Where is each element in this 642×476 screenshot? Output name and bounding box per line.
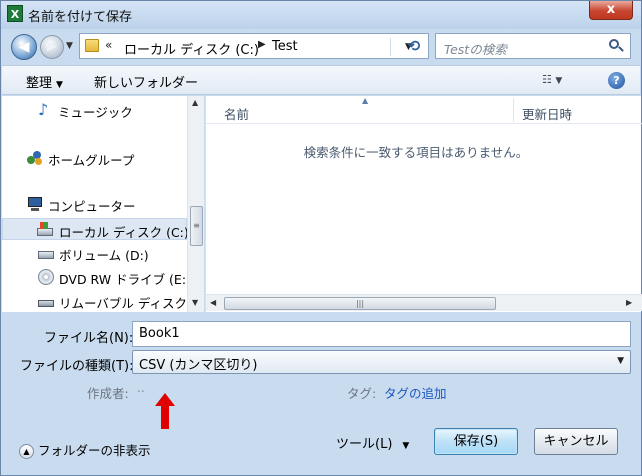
nav-item-label: ボリューム (D:) <box>59 248 149 263</box>
author-label: 作成者: <box>87 386 129 401</box>
nav-item-volume-d[interactable]: ボリューム (D:) <box>2 242 187 264</box>
drive-icon <box>37 222 53 238</box>
search-placeholder: Testの検索 <box>444 42 507 57</box>
scroll-down-icon[interactable]: ▼ <box>192 298 198 307</box>
breadcrumb-test[interactable]: Test <box>272 39 298 54</box>
forward-button[interactable]: ▶ <box>40 35 64 59</box>
column-header-modified[interactable]: 更新日時 <box>522 104 572 123</box>
tools-button[interactable]: ツール(L) ▼ <box>336 433 409 452</box>
column-divider[interactable] <box>513 98 514 122</box>
view-icon: ☷ <box>542 73 552 86</box>
nav-item-label: ローカル ディスク (C:) <box>59 225 189 240</box>
view-options-button[interactable]: ☷ ▼ <box>542 73 578 89</box>
save-as-dialog: X 名前を付けて保存 x ◀ ▶ ▼ « ローカル ディスク (C:) ▶ Te… <box>0 0 642 476</box>
usb-drive-icon <box>38 293 54 309</box>
homegroup-icon <box>27 150 43 166</box>
save-button[interactable]: 保存(S) <box>434 428 518 455</box>
address-overflow-chevron[interactable]: « <box>105 38 112 52</box>
filename-label: ファイル名(N): <box>44 331 134 346</box>
tools-label: ツール(L) <box>336 437 393 452</box>
computer-icon <box>27 196 43 212</box>
hide-folders-label: フォルダーの非表示 <box>38 443 151 458</box>
scroll-left-icon[interactable]: ◀ <box>210 298 216 307</box>
filename-input[interactable]: Book1 <box>132 321 631 347</box>
empty-result-message: 検索条件に一致する項目はありません。 <box>303 145 529 160</box>
chevron-down-icon: ▼ <box>402 441 410 451</box>
organize-button[interactable]: 整理 ▼ <box>26 72 63 91</box>
refresh-icon[interactable]: ⟲ <box>402 35 426 57</box>
window-title: 名前を付けて保存 <box>28 10 133 25</box>
navigation-bar: ◀ ▶ ▼ « ローカル ディスク (C:) ▶ Test ▼ ⟲ Testの検… <box>1 29 641 65</box>
nav-item-computer[interactable]: コンピューター <box>2 193 187 215</box>
chevron-down-icon: ▼ <box>555 76 563 86</box>
nav-item-label: コンピューター <box>48 199 136 214</box>
column-header-row: ▲ 名前 更新日時 <box>206 96 642 124</box>
add-tag-link[interactable]: タグの追加 <box>384 383 447 402</box>
nav-item-label: DVD RW ドライブ (E:) <box>59 272 191 287</box>
address-bar[interactable]: « ローカル ディスク (C:) ▶ Test ▼ <box>79 33 429 59</box>
command-toolbar: 整理 ▼ 新しいフォルダー ☷ ▼ ? <box>2 65 640 95</box>
new-folder-button[interactable]: 新しいフォルダー <box>94 72 198 91</box>
back-button[interactable]: ◀ <box>11 34 37 60</box>
navigation-pane[interactable]: ♪ ミュージック ホームグループ コンピューター ローカル ディスク (C:) … <box>2 96 204 312</box>
drive-icon <box>38 245 54 261</box>
file-list-horizontal-scrollbar[interactable]: ◀ ||| ▶ <box>206 294 642 311</box>
help-icon[interactable]: ? <box>608 72 625 89</box>
music-icon: ♪ <box>38 100 49 119</box>
nav-item-dvd-drive[interactable]: DVD RW ドライブ (E:) <box>2 266 191 288</box>
hide-folders-button[interactable]: ▲ フォルダーの非表示 <box>19 440 151 459</box>
chevron-up-icon: ▲ <box>19 444 34 459</box>
file-list[interactable]: ▲ 名前 更新日時 検索条件に一致する項目はありません。 ◀ ||| ▶ <box>205 96 642 312</box>
cancel-button[interactable]: キャンセル <box>534 428 618 455</box>
filetype-label: ファイルの種類(T): <box>20 359 134 374</box>
author-value[interactable]: .. <box>137 381 145 395</box>
chevron-down-icon: ▼ <box>617 356 624 366</box>
scroll-up-icon[interactable]: ▲ <box>192 98 198 107</box>
red-annotation-arrow-icon <box>155 393 175 433</box>
scrollbar-thumb[interactable]: ≡ <box>190 206 203 246</box>
search-icon[interactable] <box>608 38 624 54</box>
nav-item-label: ミュージック <box>58 105 133 120</box>
scrollbar-thumb[interactable]: ||| <box>224 297 496 310</box>
filetype-select[interactable]: CSV (カンマ区切り) ▼ <box>132 350 631 374</box>
breadcrumb-separator-icon[interactable]: ▶ <box>258 39 266 50</box>
chevron-down-icon: ▼ <box>56 80 63 90</box>
nav-item-homegroup[interactable]: ホームグループ <box>2 147 187 169</box>
title-bar[interactable]: X 名前を付けて保存 x <box>1 1 641 29</box>
excel-icon: X <box>7 5 23 22</box>
organize-label: 整理 <box>26 76 53 91</box>
recent-pages-dropdown[interactable]: ▼ <box>66 41 73 51</box>
folder-icon <box>85 39 99 52</box>
nav-item-label: ホームグループ <box>48 153 135 168</box>
search-input[interactable]: Testの検索 <box>435 33 631 59</box>
column-header-name[interactable]: 名前 <box>224 104 249 123</box>
sort-ascending-icon: ▲ <box>362 96 369 105</box>
filetype-value: CSV (カンマ区切り) <box>139 358 258 373</box>
nav-item-removable-disk[interactable]: リムーバブル ディスク <box>2 290 187 312</box>
nav-item-music[interactable]: ♪ ミュージック <box>2 99 187 121</box>
scroll-right-icon[interactable]: ▶ <box>626 298 632 307</box>
close-button[interactable]: x <box>589 1 633 20</box>
nav-item-label: リムーバブル ディスク <box>59 296 187 311</box>
disc-icon <box>38 269 54 285</box>
breadcrumb-local-disk[interactable]: ローカル ディスク (C:) <box>124 39 259 58</box>
navigation-pane-scrollbar[interactable]: ▲ ≡ ▼ <box>187 96 204 312</box>
tag-label: タグ: <box>347 386 377 401</box>
nav-item-local-disk[interactable]: ローカル ディスク (C:) <box>2 218 189 240</box>
